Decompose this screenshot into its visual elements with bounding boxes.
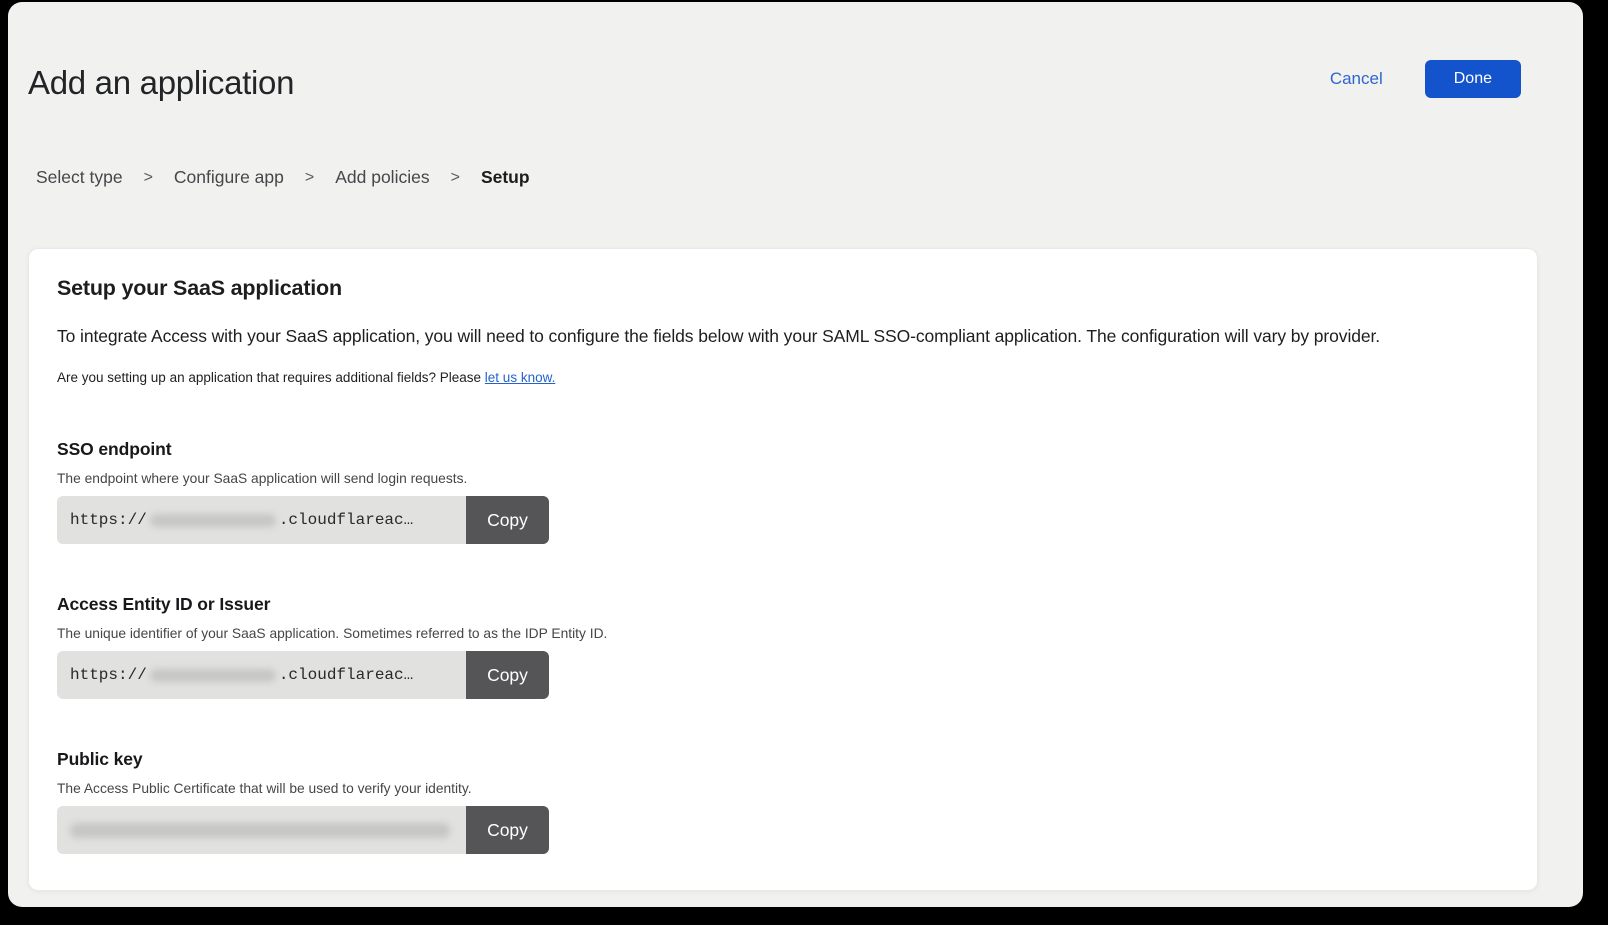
sso-endpoint-copy-row: https:// .cloudflareac… Copy: [57, 496, 549, 544]
sso-endpoint-value: https:// .cloudflareac…: [57, 496, 466, 544]
public-key-copy-row: Copy: [57, 806, 549, 854]
sso-endpoint-section: SSO endpoint The endpoint where your Saa…: [57, 439, 1507, 544]
note-text: Are you setting up an application that r…: [57, 370, 481, 385]
public-key-section: Public key The Access Public Certificate…: [57, 749, 1507, 854]
entity-id-description: The unique identifier of your SaaS appli…: [57, 626, 1507, 641]
sso-endpoint-label: SSO endpoint: [57, 439, 1507, 460]
cancel-button[interactable]: Cancel: [1330, 69, 1383, 89]
redacted-value: [70, 823, 450, 838]
redacted-value: [150, 669, 276, 682]
card-intro-text: To integrate Access with your SaaS appli…: [57, 326, 1507, 347]
breadcrumb-step-setup-current: Setup: [481, 167, 530, 188]
public-key-label: Public key: [57, 749, 1507, 770]
app-window: Add an application Cancel Done Select ty…: [8, 2, 1583, 907]
card-heading: Setup your SaaS application: [57, 276, 1507, 301]
entity-id-label: Access Entity ID or Issuer: [57, 594, 1507, 615]
entity-id-copy-row: https:// .cloudflareac… Copy: [57, 651, 549, 699]
chevron-separator-icon: >: [451, 169, 460, 187]
card-note: Are you setting up an application that r…: [57, 370, 1507, 385]
chevron-separator-icon: >: [144, 169, 153, 187]
public-key-value: [57, 806, 466, 854]
public-key-copy-button[interactable]: Copy: [466, 806, 549, 854]
sso-endpoint-description: The endpoint where your SaaS application…: [57, 471, 1507, 486]
value-suffix: .cloudflareac…: [279, 511, 413, 529]
breadcrumb-step-configure-app[interactable]: Configure app: [174, 167, 284, 188]
header-actions: Cancel Done: [1330, 60, 1521, 98]
value-prefix: https://: [70, 666, 147, 684]
breadcrumb: Select type > Configure app > Add polici…: [36, 167, 530, 188]
entity-id-copy-button[interactable]: Copy: [466, 651, 549, 699]
public-key-description: The Access Public Certificate that will …: [57, 781, 1507, 796]
sso-endpoint-copy-button[interactable]: Copy: [466, 496, 549, 544]
entity-id-value: https:// .cloudflareac…: [57, 651, 466, 699]
breadcrumb-step-add-policies[interactable]: Add policies: [335, 167, 429, 188]
redacted-value: [150, 514, 276, 527]
breadcrumb-step-select-type[interactable]: Select type: [36, 167, 123, 188]
entity-id-section: Access Entity ID or Issuer The unique id…: [57, 594, 1507, 699]
value-prefix: https://: [70, 511, 147, 529]
value-suffix: .cloudflareac…: [279, 666, 413, 684]
setup-card: Setup your SaaS application To integrate…: [28, 248, 1538, 891]
chevron-separator-icon: >: [305, 169, 314, 187]
let-us-know-link[interactable]: let us know.: [485, 370, 556, 385]
done-button[interactable]: Done: [1425, 60, 1521, 98]
page-title: Add an application: [28, 64, 294, 102]
